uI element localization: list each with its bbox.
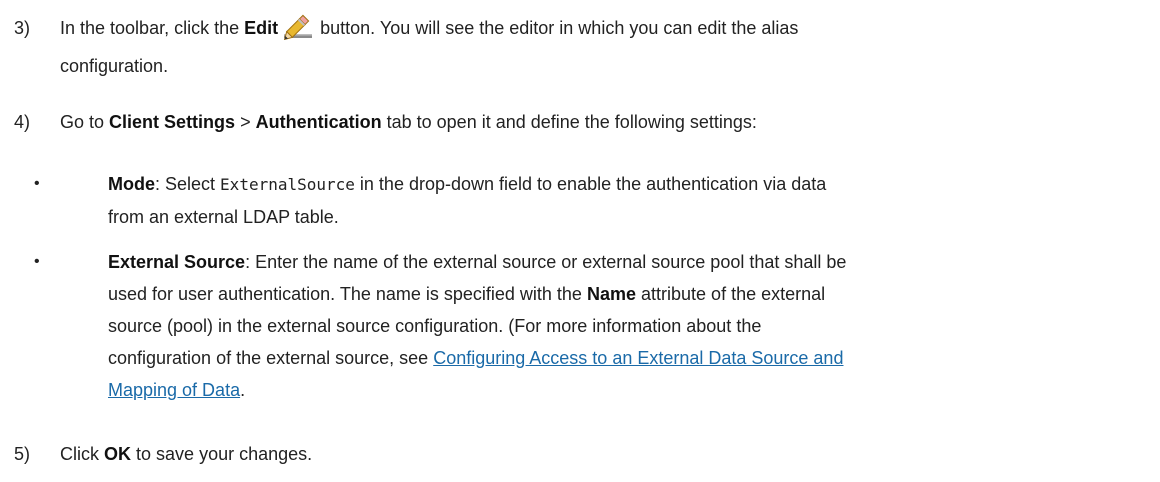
- bullet-dot: •: [34, 175, 40, 192]
- bullet-text-wrap: from an external LDAP table.: [108, 207, 339, 227]
- name-attribute-label: Name: [586, 284, 636, 304]
- step-text-cont: to save your changes.: [136, 444, 313, 464]
- external-source-code: ExternalSource: [220, 175, 355, 194]
- bullet-external-source: • External Source: Enter the name of the…: [34, 246, 1144, 406]
- step-number: 4): [14, 112, 31, 132]
- step-text-cont: button. You will see the editor in which…: [320, 18, 799, 38]
- bullet-text-line2b: attribute of the external: [641, 284, 826, 304]
- step-text: In the toolbar, click the: [60, 18, 240, 38]
- authentication-label: Authentication: [255, 112, 382, 132]
- step-text: Click: [60, 444, 99, 464]
- step-text: Go to: [60, 112, 105, 132]
- bullet-text-line2: used for user authentication. The name i…: [108, 284, 582, 304]
- bullet-text-line4: configuration of the external source, se…: [108, 348, 429, 368]
- step-3: 3) In the toolbar, click the Edit button.…: [14, 12, 1144, 82]
- bullet-dot: •: [34, 253, 40, 270]
- bullet-text-cont: in the drop-down field to enable the aut…: [359, 174, 827, 194]
- step-text-cont: tab to open it and define the following …: [386, 112, 757, 132]
- bullet-end: .: [240, 380, 246, 400]
- bullet-text: : Select: [155, 174, 216, 194]
- bullet-text: : Enter the name of the external source …: [245, 252, 847, 272]
- step-number: 3): [14, 18, 31, 38]
- external-source-label: External Source: [108, 252, 246, 272]
- step-number: 5): [14, 444, 31, 464]
- step-4: 4) Go to Client Settings > Authentication…: [14, 106, 1144, 138]
- edit-label: Edit: [244, 18, 279, 38]
- step-5: 5) Click OK to save your changes.: [14, 438, 1144, 470]
- client-settings-label: Client Settings: [109, 112, 236, 132]
- bullet-text-line3: source (pool) in the external source con…: [108, 316, 762, 336]
- path-separator: >: [240, 112, 251, 132]
- ok-label: OK: [104, 444, 132, 464]
- step-text-wrap: configuration.: [60, 56, 169, 76]
- mode-label: Mode: [108, 174, 155, 194]
- mapping-of-data-link[interactable]: Mapping of Data: [108, 380, 240, 400]
- configuring-access-link[interactable]: Configuring Access to an External Data S…: [433, 348, 843, 368]
- pencil-edit-icon: [282, 12, 314, 50]
- bullet-mode: • Mode: Select ExternalSource in the dro…: [34, 168, 1144, 233]
